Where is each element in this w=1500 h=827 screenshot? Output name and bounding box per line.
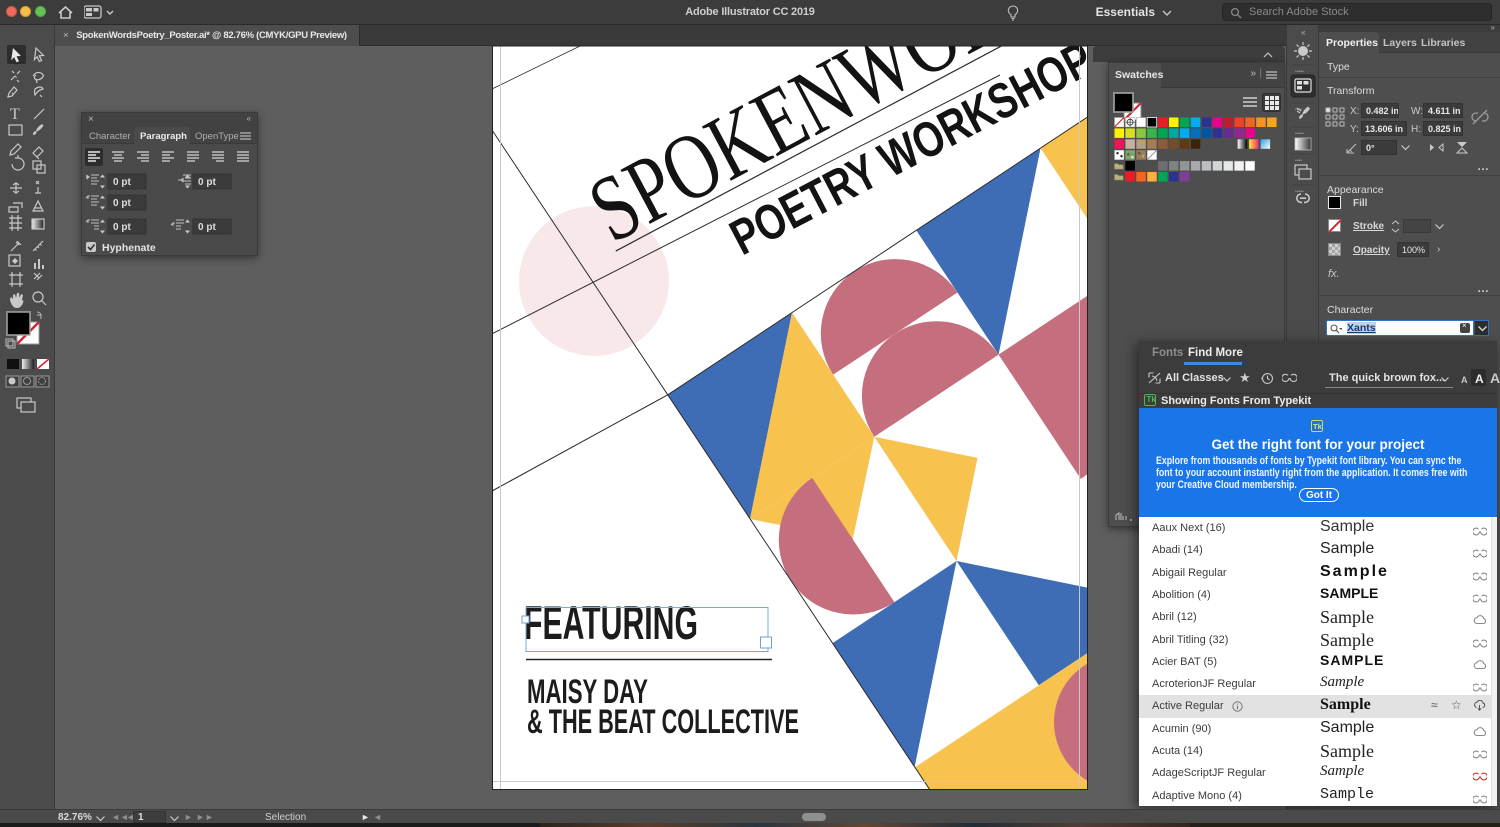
svg-text:T: T: [10, 106, 20, 123]
svg-text:•••••: •••••: [1295, 131, 1304, 137]
svg-text:0 pt: 0 pt: [198, 177, 216, 188]
svg-text:& THE BEAT COLLECTIVE: & THE BEAT COLLECTIVE: [527, 703, 799, 741]
svg-text:0 pt: 0 pt: [198, 222, 216, 233]
svg-text:0 pt: 0 pt: [113, 177, 131, 188]
svg-text:•••••: •••••: [1295, 69, 1304, 75]
svg-text:Hyphenate: Hyphenate: [102, 242, 156, 254]
svg-text:«: «: [1301, 28, 1306, 37]
svg-text:0 pt: 0 pt: [113, 222, 131, 233]
svg-text:FEATURING: FEATURING: [524, 596, 698, 649]
svg-text:••••: ••••: [1295, 158, 1302, 164]
svg-text:0 pt: 0 pt: [113, 198, 131, 209]
